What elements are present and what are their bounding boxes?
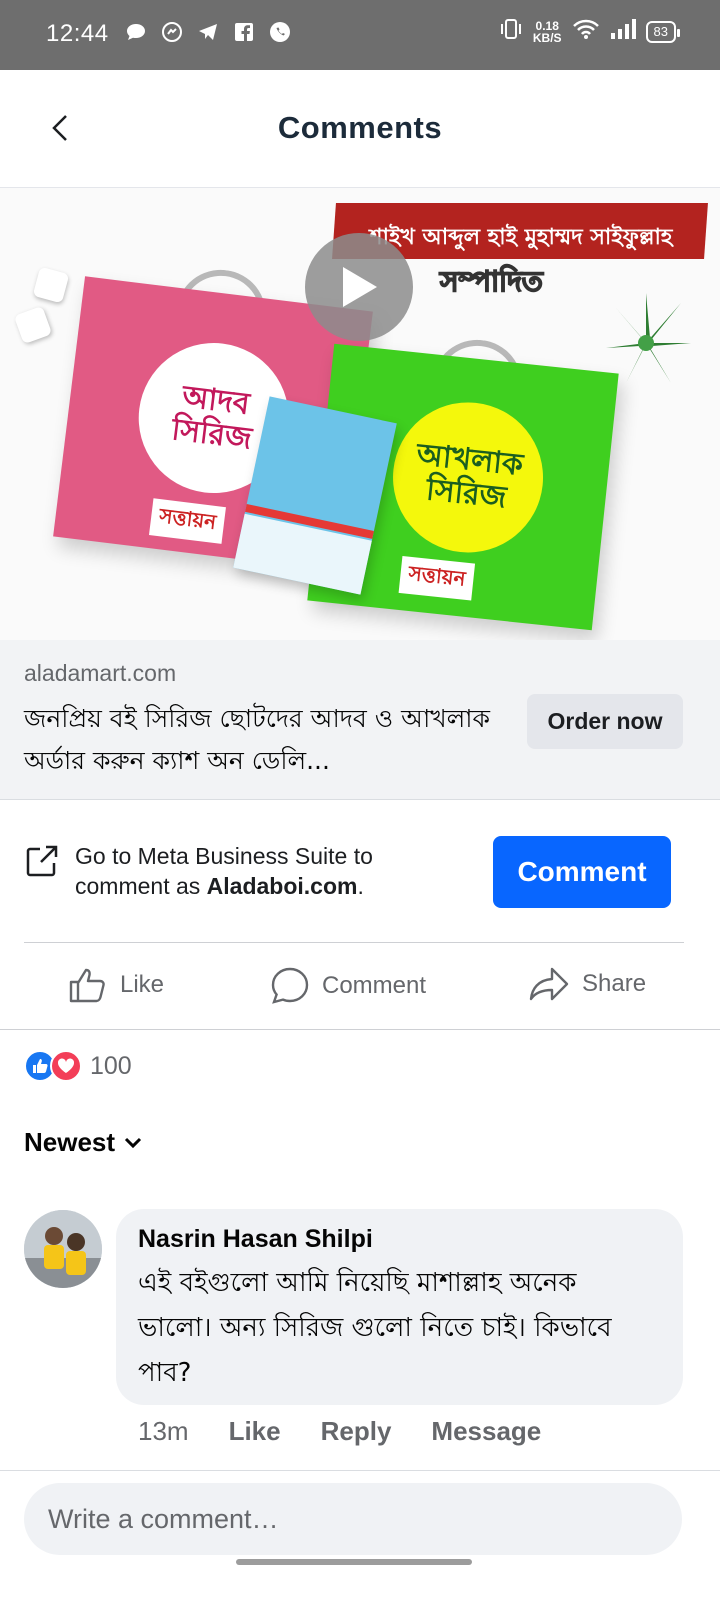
play-button[interactable] (305, 233, 413, 341)
avatar[interactable] (24, 1210, 102, 1288)
chat-bubble-icon (124, 20, 148, 44)
status-bar: 12:44 0.18 KB/S 83 (0, 0, 720, 70)
comment-message-button[interactable]: Message (431, 1416, 541, 1447)
vibrate-icon (499, 18, 523, 45)
comment-input[interactable]: Write a comment… (24, 1483, 682, 1555)
messenger-icon (160, 20, 184, 44)
order-now-button[interactable]: Order now (527, 694, 683, 749)
comment-label: Comment (322, 972, 427, 999)
play-icon (343, 267, 377, 307)
comment-bubble[interactable]: Nasrin Hasan Shilpi এই বইগুলো আমি নিয়েছ… (116, 1209, 683, 1405)
external-link-icon[interactable] (24, 843, 60, 879)
page-title: Comments (277, 110, 443, 145)
comment-action-button[interactable]: Comment (270, 966, 426, 1006)
action-bar: Like Comment Share (0, 944, 720, 1030)
like-button[interactable]: Like (68, 966, 164, 1004)
link-title: জনপ্রিয় বই সিরিজ ছোটদের আদব ও আখলাক অর্… (24, 704, 491, 775)
comment-time: 13m (138, 1416, 189, 1446)
whatsapp-icon (268, 20, 292, 44)
comment-reply-button[interactable]: Reply (321, 1416, 392, 1447)
link-domain: aladamart.com (24, 660, 177, 686)
share-button[interactable]: Share (528, 966, 646, 1002)
share-label: Share (582, 970, 647, 997)
banner-subtitle: সম্পাদিত (439, 264, 543, 299)
bag-brand: সত্তায়ন (398, 556, 476, 601)
wifi-icon (572, 18, 600, 45)
notification-icons (124, 20, 292, 44)
reaction-count: 100 (90, 1051, 132, 1080)
status-time: 12:44 (46, 20, 109, 47)
like-label: Like (120, 971, 165, 998)
ad-video[interactable]: শাইখ আব্দুল হাই মুহাম্মদ সাইফুল্লাহ সম্প… (0, 188, 720, 640)
share-arrow-icon (529, 967, 569, 1001)
sort-dropdown[interactable]: Newest (24, 1127, 143, 1158)
network-speed: 0.18 KB/S (533, 20, 562, 44)
avatar-image (24, 1210, 102, 1288)
battery-indicator: 83 (645, 20, 681, 43)
facebook-icon (232, 20, 256, 44)
chevron-down-icon (124, 1137, 142, 1148)
system-status: 0.18 KB/S 83 (499, 18, 681, 45)
comment-like-button[interactable]: Like (229, 1416, 281, 1447)
app-header: Comments (0, 70, 720, 188)
network-speed-unit: KB/S (532, 30, 562, 45)
network-speed-value: 0.18 (535, 18, 559, 33)
dice-image (13, 305, 53, 345)
home-indicator[interactable] (236, 1559, 472, 1565)
page-name: Aladaboi.com (206, 873, 358, 899)
love-reaction-icon (50, 1050, 82, 1082)
bag-label: আখলাক সিরিজ (385, 395, 551, 560)
business-suite-prompt: Go to Meta Business Suite to comment as … (24, 825, 684, 943)
suite-text-suffix: . (357, 873, 364, 899)
sort-label: Newest (24, 1127, 116, 1157)
signal-icon (610, 18, 636, 45)
dice-image (32, 266, 70, 304)
telegram-icon (196, 20, 220, 44)
speech-bubble-icon (271, 967, 309, 1004)
bag-brand: সত্তায়ন (148, 498, 227, 544)
link-preview[interactable]: aladamart.com জনপ্রিয় বই সিরিজ ছোটদের আ… (0, 640, 720, 800)
reaction-summary[interactable]: 100 (24, 1050, 132, 1082)
comment-button[interactable]: Comment (493, 836, 671, 908)
compose-bar: Write a comment… (0, 1470, 720, 1600)
business-suite-text[interactable]: Go to Meta Business Suite to comment as … (75, 841, 455, 901)
comment-author[interactable]: Nasrin Hasan Shilpi (138, 1225, 373, 1254)
comment-text: এই বইগুলো আমি নিয়েছি মাশাল্লাহ অনেক ভাল… (138, 1268, 612, 1388)
thumbs-up-icon (69, 968, 105, 1003)
comment-meta: 13m Like Reply Message (138, 1416, 541, 1447)
